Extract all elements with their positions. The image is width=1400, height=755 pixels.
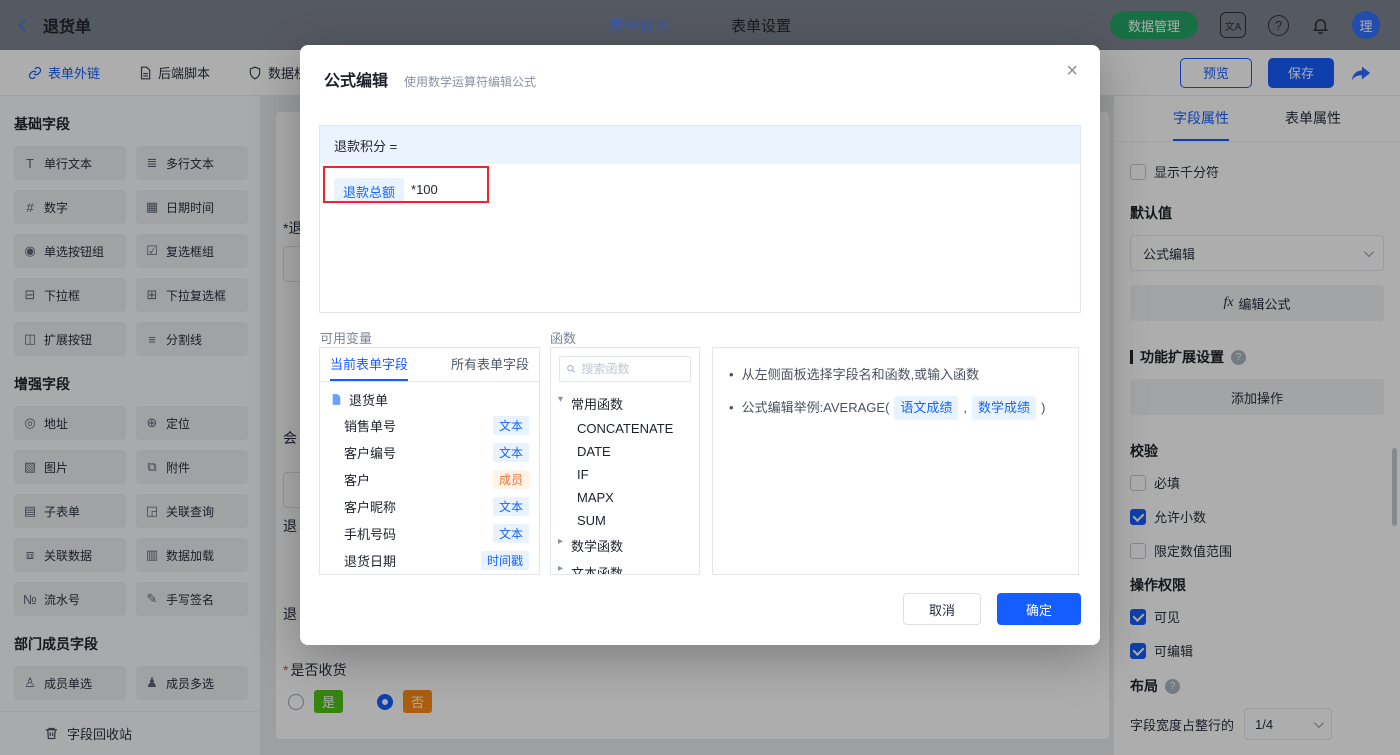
- tips-panel: • 从左侧面板选择字段名和函数,或输入函数 • 公式编辑举例:AVERAGE( …: [712, 347, 1079, 575]
- tip-text: 从左侧面板选择字段名和函数,或输入函数: [741, 367, 980, 382]
- variable-field-row[interactable]: 手机号码 文本: [320, 520, 539, 547]
- tip-line-1: • 从左侧面板选择字段名和函数,或输入函数: [729, 364, 1062, 386]
- variables-panel: 当前表单字段 所有表单字段 退货单 销售单号 文本 客户编号 文本 客户 成员 …: [319, 347, 540, 575]
- field-name: 手机号码: [344, 527, 397, 542]
- field-type-tag: 文本: [492, 416, 529, 435]
- formula-expression: *100: [411, 182, 438, 197]
- bullet: •: [729, 367, 734, 382]
- tab-current-form-fields[interactable]: 当前表单字段: [330, 348, 409, 381]
- tip-line-2: • 公式编辑举例:AVERAGE( 语文成绩 , 数学成绩 ): [729, 396, 1062, 420]
- field-type-tag: 成员: [492, 470, 529, 489]
- function-row[interactable]: DATE: [551, 440, 699, 463]
- field-type-tag: 文本: [492, 497, 529, 516]
- function-row[interactable]: 常用函数: [551, 390, 699, 417]
- bullet: •: [729, 400, 734, 415]
- functions-label: 函数: [550, 331, 577, 346]
- function-row[interactable]: MAPX: [551, 486, 699, 509]
- form-root-node[interactable]: 退货单: [320, 382, 539, 412]
- example-field-chip: 语文成绩: [894, 396, 959, 420]
- formula-edit-modal: 公式编辑 使用数学运算符编辑公式 × 退款积分 = 退款总额 *100 可用变量…: [300, 45, 1100, 645]
- formula-input-area[interactable]: 退款总额 *100: [320, 164, 1080, 219]
- function-row[interactable]: IF: [551, 463, 699, 486]
- search-icon: [567, 364, 576, 373]
- field-type-tag: 文本: [492, 443, 529, 462]
- tab-all-form-fields[interactable]: 所有表单字段: [451, 348, 529, 381]
- field-name: 客户昵称: [344, 500, 397, 515]
- variable-field-row[interactable]: 客户昵称 文本: [320, 493, 539, 520]
- search-input[interactable]: [581, 362, 684, 376]
- function-row[interactable]: 数学函数: [551, 532, 699, 559]
- cancel-button[interactable]: 取消: [903, 593, 981, 625]
- field-name: 销售单号: [344, 419, 397, 434]
- form-root-label: 退货单: [349, 393, 389, 408]
- tip-text: ,: [963, 400, 968, 415]
- function-row[interactable]: SUM: [551, 509, 699, 532]
- variables-label: 可用变量: [320, 331, 373, 346]
- tip-text: ): [1041, 400, 1046, 415]
- field-name: 退货日期: [344, 554, 397, 569]
- app: 退货单 表单设计 表单设置 数据管理 文A ? 理 表单外链 后端脚本 数据权限: [0, 0, 1400, 755]
- document-icon: [332, 394, 341, 405]
- variable-field-row[interactable]: 客户 成员: [320, 466, 539, 493]
- formula-lhs: 退款积分 =: [320, 126, 1080, 164]
- function-search[interactable]: [559, 356, 691, 382]
- modal-subtitle: 使用数学运算符编辑公式: [404, 75, 537, 89]
- function-row[interactable]: 文本函数: [551, 559, 699, 574]
- modal-footer: 取消 确定: [903, 593, 1081, 625]
- variable-field-row[interactable]: 销售单号 文本: [320, 412, 539, 439]
- variables-tabs: 当前表单字段 所有表单字段: [320, 348, 539, 382]
- formula-editor: 退款积分 = 退款总额 *100: [319, 125, 1081, 313]
- modal-title: 公式编辑: [324, 73, 389, 90]
- field-type-tag: 时间戳: [480, 551, 529, 570]
- example-field-chip: 数学成绩: [972, 396, 1037, 420]
- field-name: 客户编号: [344, 446, 397, 461]
- field-type-tag: 文本: [492, 524, 529, 543]
- functions-panel: 常用函数 CONCATENATE DATE IF MAPX SUM 数学函数 文…: [550, 347, 700, 575]
- close-icon[interactable]: ×: [1066, 61, 1078, 81]
- field-token-chip[interactable]: 退款总额: [334, 178, 405, 205]
- modal-header: 公式编辑 使用数学运算符编辑公式: [300, 45, 1100, 91]
- variable-field-row[interactable]: 退货日期 时间戳: [320, 547, 539, 574]
- function-row[interactable]: CONCATENATE: [551, 417, 699, 440]
- field-name: 客户: [344, 473, 371, 488]
- variable-field-row[interactable]: 客户编号 文本: [320, 439, 539, 466]
- tip-text: 公式编辑举例:AVERAGE(: [741, 400, 890, 415]
- confirm-button[interactable]: 确定: [997, 593, 1081, 625]
